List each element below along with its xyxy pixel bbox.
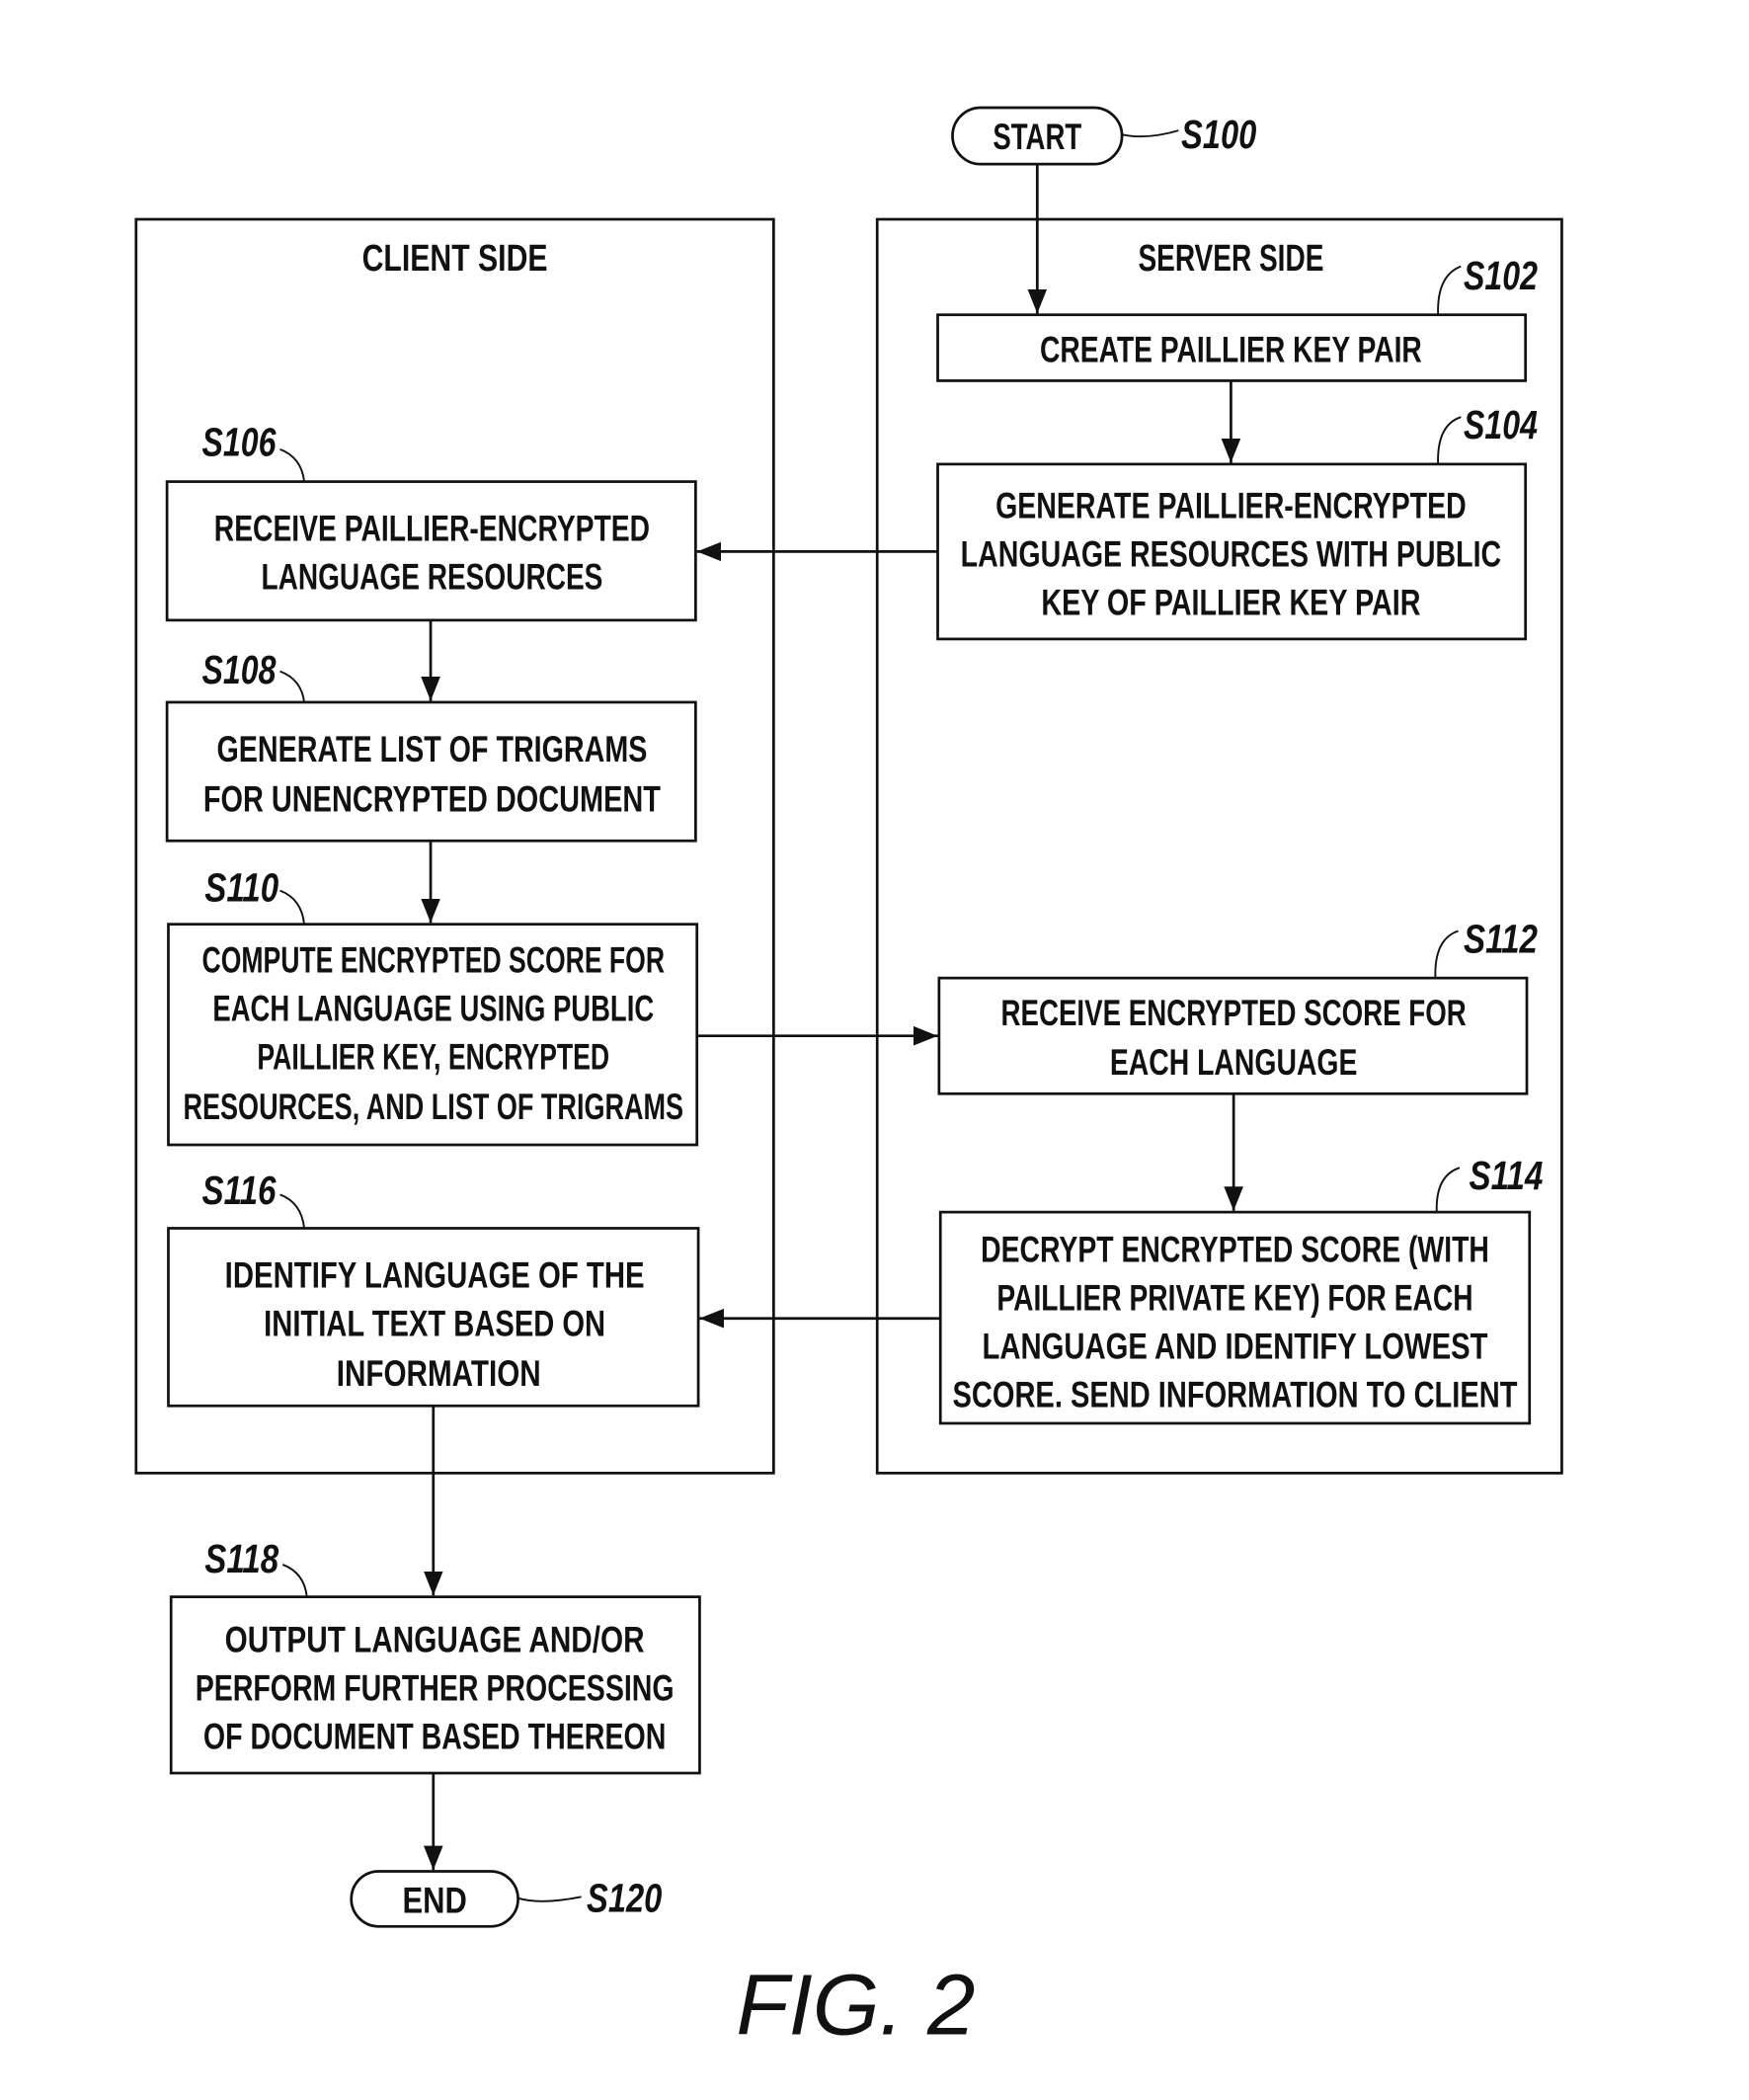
step-text: DECRYPT ENCRYPTED SCORE (WITH — [981, 1230, 1489, 1270]
step-s106: RECEIVE PAILLIER-ENCRYPTED LANGUAGE RESO… — [165, 420, 697, 622]
step-text: SCORE. SEND INFORMATION TO CLIENT — [952, 1375, 1517, 1415]
flowchart: CLIENT SIDE SERVER SIDE START S100 CREAT… — [134, 106, 1563, 2053]
step-text: LANGUAGE AND IDENTIFY LOWEST — [982, 1327, 1488, 1367]
ref-s112: S112 — [1464, 916, 1538, 961]
start-label: START — [993, 117, 1081, 157]
step-text: IDENTIFY LANGUAGE OF THE — [225, 1254, 645, 1295]
leader-line — [1437, 416, 1462, 464]
ref-s106: S106 — [202, 420, 277, 465]
ref-s118: S118 — [204, 1536, 278, 1581]
leader-line — [279, 889, 305, 925]
leader-line — [1435, 1167, 1461, 1213]
leader-line — [279, 447, 305, 482]
step-s104: GENERATE PAILLIER-ENCRYPTED LANGUAGE RES… — [936, 402, 1538, 641]
leader-line — [517, 1896, 582, 1902]
step-text: PAILLIER KEY, ENCRYPTED — [257, 1037, 609, 1078]
step-text: INITIAL TEXT BASED ON — [264, 1303, 605, 1343]
ref-s108: S108 — [202, 647, 277, 692]
step-s112: RECEIVE ENCRYPTED SCORE FOR EACH LANGUAG… — [937, 916, 1538, 1095]
ref-s120: S120 — [587, 1875, 662, 1920]
ref-s110: S110 — [204, 865, 278, 911]
step-text: RESOURCES, AND LIST OF TRIGRAMS — [183, 1087, 683, 1127]
step-s116: IDENTIFY LANGUAGE OF THE INITIAL TEXT BA… — [167, 1168, 700, 1408]
step-text: RECEIVE PAILLIER-ENCRYPTED — [214, 509, 650, 549]
figure-label: FIG. 2 — [736, 1957, 975, 2053]
step-text: PERFORM FURTHER PROCESSING — [196, 1668, 675, 1709]
step-s110: COMPUTE ENCRYPTED SCORE FOR EACH LANGUAG… — [167, 865, 699, 1147]
end-terminal: END S120 — [350, 1870, 663, 1928]
step-text: RECEIVE ENCRYPTED SCORE FOR — [1001, 993, 1467, 1033]
leader-line — [1437, 265, 1462, 315]
leader-line — [281, 1564, 308, 1597]
step-text: GENERATE LIST OF TRIGRAMS — [217, 729, 648, 769]
step-text: FOR UNENCRYPTED DOCUMENT — [203, 778, 661, 819]
step-s114: DECRYPT ENCRYPTED SCORE (WITH PAILLIER P… — [938, 1153, 1544, 1425]
step-text: OUTPUT LANGUAGE AND/OR — [225, 1619, 645, 1659]
step-s118: OUTPUT LANGUAGE AND/OR PERFORM FURTHER P… — [169, 1536, 701, 1775]
end-label: END — [402, 1881, 466, 1921]
ref-s100: S100 — [1181, 112, 1256, 157]
step-text: EACH LANGUAGE — [1110, 1042, 1358, 1083]
ref-s102: S102 — [1464, 253, 1538, 298]
step-text: GENERATE PAILLIER-ENCRYPTED — [995, 485, 1467, 525]
leader-line — [1434, 929, 1459, 979]
leader-line — [279, 1193, 305, 1229]
ref-s116: S116 — [202, 1168, 277, 1213]
client-side-label: CLIENT SIDE — [362, 237, 548, 280]
step-text: INFORMATION — [337, 1353, 541, 1394]
step-text: CREATE PAILLIER KEY PAIR — [1040, 329, 1422, 369]
ref-s104: S104 — [1464, 402, 1538, 447]
ref-s114: S114 — [1469, 1153, 1543, 1198]
step-text: OF DOCUMENT BASED THEREON — [203, 1717, 667, 1757]
step-text: LANGUAGE RESOURCES — [261, 557, 602, 598]
start-terminal: START S100 — [951, 106, 1257, 166]
leader-line — [279, 670, 305, 703]
step-text: COMPUTE ENCRYPTED SCORE FOR — [202, 940, 666, 981]
step-text: KEY OF PAILLIER KEY PAIR — [1041, 582, 1420, 622]
step-text: EACH LANGUAGE USING PUBLIC — [212, 989, 654, 1029]
leader-line — [1121, 129, 1179, 138]
server-side-label: SERVER SIDE — [1138, 237, 1323, 280]
step-text: PAILLIER PRIVATE KEY) FOR EACH — [996, 1278, 1472, 1319]
step-text: LANGUAGE RESOURCES WITH PUBLIC — [961, 533, 1502, 574]
